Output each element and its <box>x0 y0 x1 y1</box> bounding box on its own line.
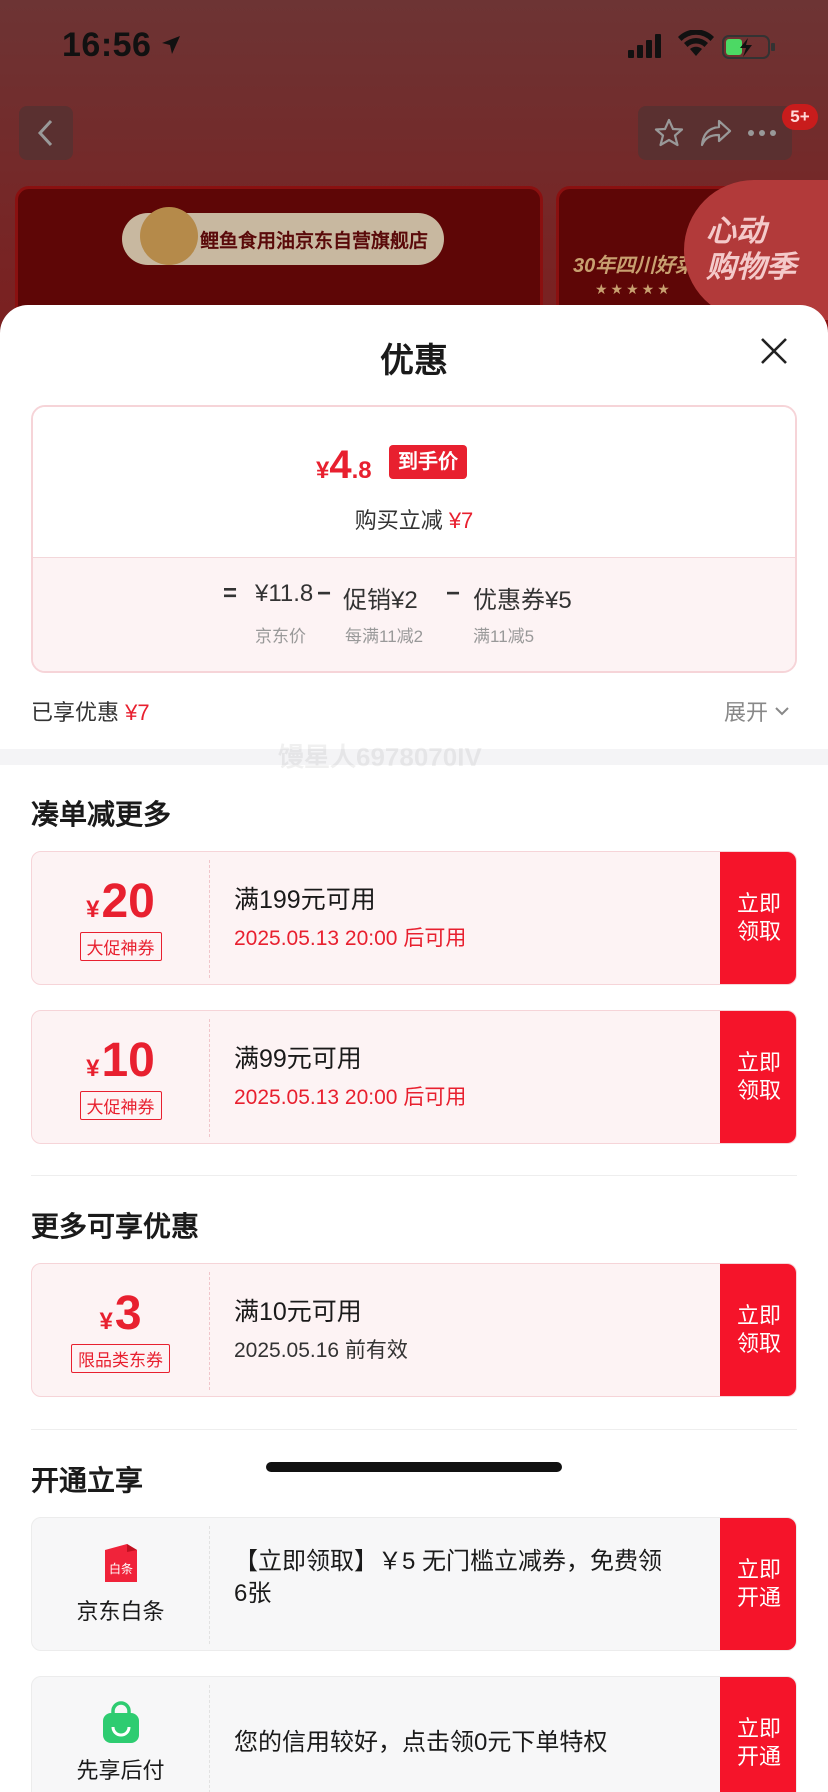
close-icon[interactable] <box>758 335 790 367</box>
coupon-card: ¥10 大促神券 满99元可用 2025.05.13 20:00 后可用 立即领… <box>31 1010 797 1144</box>
sheet-title: 优惠 <box>380 342 448 380</box>
price-calculation: = ¥11.8 京东价 − 促销¥2 每满11减2 − 优惠券¥5 满11减5 <box>33 557 795 671</box>
enjoyed-discount: 已享优惠 ¥7 <box>31 700 150 725</box>
discount-sheet: 优惠 ¥ 4 .8 到手价 购买立减 ¥7 = ¥11.8 京东价 − 促销¥2… <box>0 305 828 1792</box>
location-arrow-icon <box>162 36 180 54</box>
final-price: ¥ 4 .8 <box>316 443 372 487</box>
nav-actions <box>638 106 792 160</box>
watermark: 馒星人6978070IV <box>278 742 482 772</box>
claim-coupon-button[interactable]: 立即领取 <box>720 1264 796 1396</box>
minus-sign: − <box>317 580 332 607</box>
chevron-down-icon <box>775 707 789 716</box>
card2-stars: ★★★★★ <box>595 281 673 297</box>
cellular-signal-icon <box>628 34 661 58</box>
star-icon[interactable] <box>653 117 685 149</box>
service-card-pay-later: 先享后付 您的信用较好，点击领0元下单特权 立即开通 <box>31 1676 797 1792</box>
coupon-tag: 大促神券 <box>79 931 162 961</box>
claim-coupon-button[interactable]: 立即领取 <box>720 852 796 984</box>
coupon-card: ¥3 限品类东券 满10元可用 2025.05.16 前有效 立即领取 <box>31 1263 797 1397</box>
chevron-left-icon <box>37 119 53 147</box>
price-breakdown-card: ¥ 4 .8 到手价 购买立减 ¥7 = ¥11.8 京东价 − 促销¥2 每满… <box>31 405 797 673</box>
wifi-icon <box>678 30 714 56</box>
background-page: 16:56 5+ 鲤鱼食用油京东自营旗舰店 30年四川好菜 ★★★★★ 心动 购… <box>0 0 828 346</box>
coupon-label: 满11减5 <box>473 627 535 646</box>
more-icon[interactable] <box>747 129 777 137</box>
message-badge: 5+ <box>782 104 818 130</box>
coupon-value: ¥10 大促神券 <box>32 1011 209 1143</box>
coupon-amount: 优惠券¥5 <box>473 587 572 614</box>
activate-button[interactable]: 立即开通 <box>720 1677 796 1792</box>
equals-sign: = <box>223 580 238 607</box>
service-description: 【立即领取】￥5 无门槛立减券，免费领6张 <box>234 1548 663 1607</box>
buy-reduce-text: 购买立减 ¥7 <box>354 508 474 533</box>
store-banner: 鲤鱼食用油京东自营旗舰店 <box>122 207 444 265</box>
promo-line2: 购物季 <box>706 251 796 284</box>
final-price-tag: 到手价 <box>389 445 467 479</box>
status-bar: 16:56 <box>0 0 828 92</box>
coupon-card: ¥20 大促神券 满199元可用 2025.05.13 20:00 后可用 立即… <box>31 851 797 985</box>
coupon-condition: 满99元可用 <box>234 1045 362 1073</box>
expand-button[interactable]: 展开 <box>724 695 790 727</box>
service-description: 您的信用较好，点击领0元下单特权 <box>234 1729 608 1756</box>
card2-text: 30年四川好菜 <box>573 255 696 277</box>
coupon-validity: 2025.05.13 20:00 后可用 <box>234 927 467 950</box>
baitiao-logo-text: 白条 <box>108 1561 132 1576</box>
coupon-tag: 大促神券 <box>79 1090 162 1120</box>
coupon-validity: 2025.05.13 20:00 后可用 <box>234 1086 467 1109</box>
shopping-bag-icon <box>102 1701 139 1743</box>
promo-float-badge[interactable]: 心动 购物季 <box>684 180 828 320</box>
coupon-validity: 2025.05.16 前有效 <box>234 1339 408 1362</box>
home-indicator <box>266 1462 562 1472</box>
service-name: 京东白条 <box>76 1599 165 1624</box>
back-button[interactable] <box>19 106 73 160</box>
claim-coupon-button[interactable]: 立即领取 <box>720 1011 796 1143</box>
coupon-tag: 限品类东券 <box>71 1343 170 1373</box>
section-title-more-reduce: 凑单减更多 <box>31 799 172 830</box>
section-title-more-offers: 更多可享优惠 <box>31 1211 200 1242</box>
coupon-condition: 满10元可用 <box>234 1298 362 1326</box>
carp-logo <box>140 207 198 265</box>
jd-price: ¥11.8 <box>255 580 314 607</box>
promo-amount: 促销¥2 <box>343 587 418 614</box>
promo-label: 每满11减2 <box>345 627 424 646</box>
jd-price-label: 京东价 <box>255 627 306 646</box>
promo-line1: 心动 <box>706 215 766 248</box>
status-time: 16:56 <box>62 26 152 64</box>
baitiao-icon: 白条 <box>104 1544 137 1582</box>
share-icon[interactable] <box>699 118 733 148</box>
service-name: 先享后付 <box>76 1758 165 1783</box>
service-card-baitiao: 白条 京东白条 【立即领取】￥5 无门槛立减券，免费领6张 立即开通 <box>31 1517 797 1651</box>
minus-sign: − <box>446 580 461 607</box>
activate-button[interactable]: 立即开通 <box>720 1518 796 1650</box>
coupon-value: ¥20 大促神券 <box>32 852 209 984</box>
store-name: 鲤鱼食用油京东自营旗舰店 <box>200 230 429 252</box>
coupon-condition: 满199元可用 <box>234 886 376 914</box>
section-title-open-enjoy: 开通立享 <box>31 1465 144 1496</box>
coupon-value: ¥3 限品类东券 <box>32 1264 209 1396</box>
battery-charging-icon <box>722 35 775 59</box>
